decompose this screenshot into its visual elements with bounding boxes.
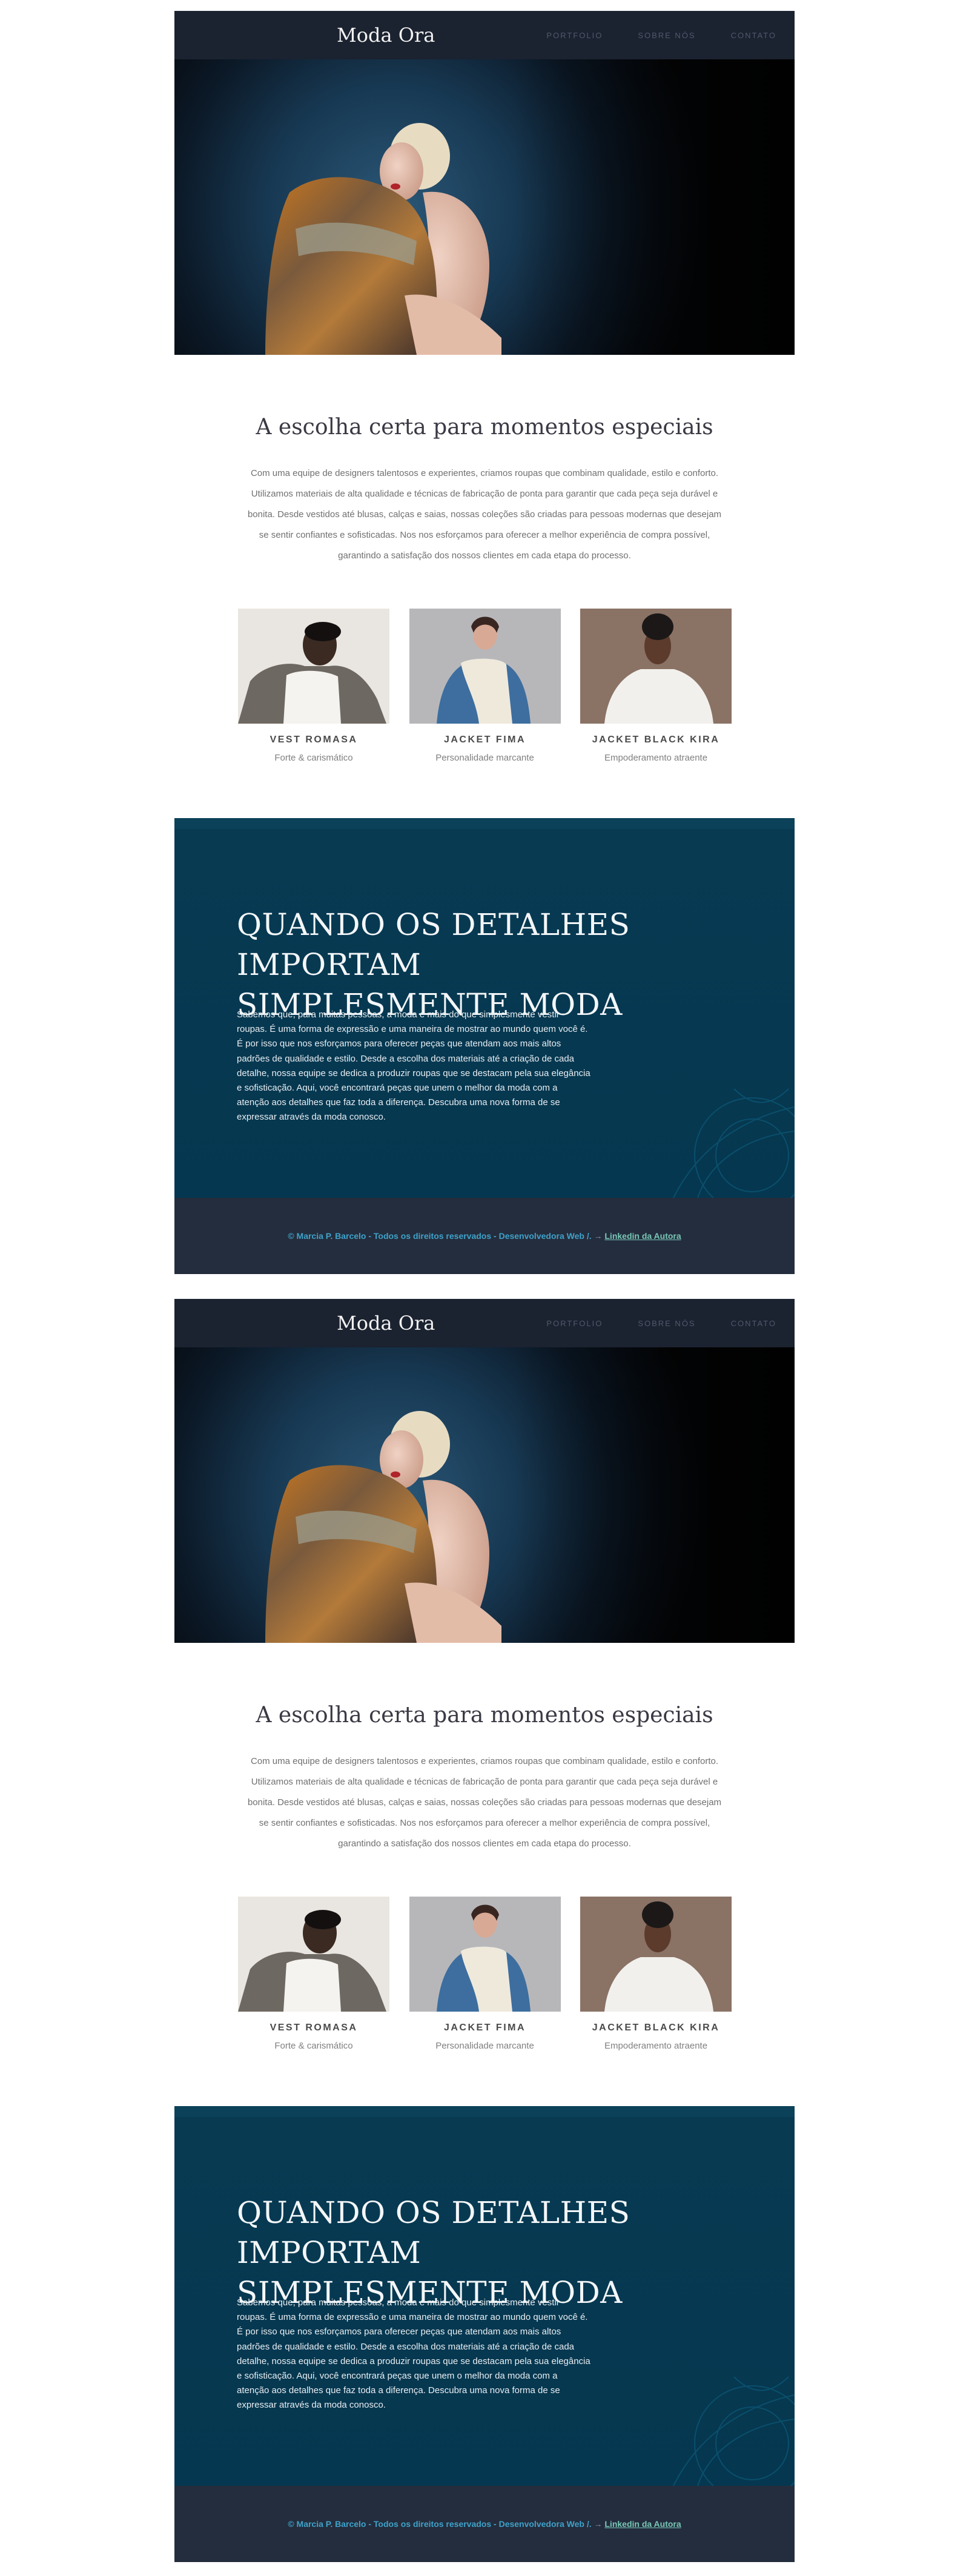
main-nav: PORTFOLIO SOBRE NÓS CONTATO [546, 1299, 776, 1347]
intro-text: Com uma equipe de designers talentosos e… [247, 1756, 722, 1849]
product-desc: Forte & carismático [274, 753, 353, 763]
hero-photo [265, 1299, 795, 1643]
site-footer: © Marcia P. Barcelo - Todos os direitos … [174, 2486, 795, 2562]
product-name: JACKET BLACK KIRA [592, 2023, 720, 2033]
product-card: JACKET BLACK KIRA Empoderamento atraente [580, 609, 732, 763]
product-name: VEST ROMASA [270, 735, 358, 745]
page-copy-1: Moda Ora PORTFOLIO SOBRE NÓS CONTATO A e… [0, 0, 969, 1288]
product-name: JACKET FIMA [443, 735, 526, 745]
ornament-pattern-icon [673, 1088, 795, 1198]
product-desc: Empoderamento atraente [604, 2041, 708, 2051]
feature-top-band [174, 818, 795, 829]
nav-contato[interactable]: CONTATO [731, 31, 776, 40]
intro-title: A escolha certa para momentos especiais [256, 415, 713, 440]
main-nav: PORTFOLIO SOBRE NÓS CONTATO [546, 11, 776, 59]
linkedin-link[interactable]: Linkedin da Autora [604, 1231, 681, 1241]
product-desc: Personalidade marcante [435, 753, 534, 763]
product-card: JACKET BLACK KIRA Empoderamento atraente [580, 1897, 732, 2051]
product-photo[interactable] [409, 1897, 561, 2012]
product-name: JACKET FIMA [443, 2023, 526, 2033]
footer-copyright: © Marcia P. Barcelo - Todos os direitos … [288, 1231, 592, 1241]
top-navbar: Moda Ora PORTFOLIO SOBRE NÓS CONTATO [174, 11, 795, 59]
arrow-right-icon: → [594, 1231, 603, 1241]
hero-photo [265, 11, 795, 355]
feature-top-band [174, 2106, 795, 2117]
nav-contato[interactable]: CONTATO [731, 1319, 776, 1328]
product-grid: VEST ROMASA Forte & carismático JACKET F… [238, 1897, 732, 2051]
product-photo[interactable] [238, 1897, 389, 2012]
product-card: JACKET FIMA Personalidade marcante [409, 609, 561, 763]
product-card: VEST ROMASA Forte & carismático [238, 1897, 389, 2051]
nav-sobre-nos[interactable]: SOBRE NÓS [638, 31, 695, 40]
brand-logo[interactable]: Moda Ora [337, 1299, 435, 1347]
product-photo[interactable] [580, 609, 732, 724]
brand-logo[interactable]: Moda Ora [337, 11, 435, 59]
product-desc: Personalidade marcante [435, 2041, 534, 2051]
nav-portfolio[interactable]: PORTFOLIO [546, 1319, 603, 1328]
feature-title-line-1: QUANDO OS DETALHES IMPORTAM [237, 907, 630, 982]
linkedin-link[interactable]: Linkedin da Autora [604, 2519, 681, 2529]
ornament-pattern-icon [673, 2376, 795, 2486]
product-card: VEST ROMASA Forte & carismático [238, 609, 389, 763]
feature-section: QUANDO OS DETALHES IMPORTAM SIMPLESMENTE… [174, 2106, 795, 2486]
feature-text: Sabemos que, para muitas pessoas, a moda… [237, 1009, 590, 1123]
feature-section: QUANDO OS DETALHES IMPORTAM SIMPLESMENTE… [174, 818, 795, 1198]
feature-title: QUANDO OS DETALHES IMPORTAM SIMPLESMENTE… [237, 905, 721, 1025]
nav-portfolio[interactable]: PORTFOLIO [546, 31, 603, 40]
intro-title: A escolha certa para momentos especiais [256, 1703, 713, 1728]
nav-sobre-nos[interactable]: SOBRE NÓS [638, 1319, 695, 1328]
product-name: JACKET BLACK KIRA [592, 735, 720, 745]
product-card: JACKET FIMA Personalidade marcante [409, 1897, 561, 2051]
feature-title: QUANDO OS DETALHES IMPORTAM SIMPLESMENTE… [237, 2193, 721, 2313]
feature-text: Sabemos que, para muitas pessoas, a moda… [237, 2297, 590, 2411]
hero-banner [174, 11, 795, 355]
feature-title-line-1: QUANDO OS DETALHES IMPORTAM [237, 2195, 630, 2270]
product-name: VEST ROMASA [270, 2023, 358, 2033]
arrow-right-icon: → [594, 2519, 603, 2529]
footer-copyright: © Marcia P. Barcelo - Todos os direitos … [288, 2519, 592, 2529]
page-copy-2: Moda Ora PORTFOLIO SOBRE NÓS CONTATO A e… [0, 1288, 969, 2576]
product-photo[interactable] [580, 1897, 732, 2012]
product-desc: Empoderamento atraente [604, 753, 708, 763]
intro-text: Com uma equipe de designers talentosos e… [247, 468, 722, 561]
top-navbar: Moda Ora PORTFOLIO SOBRE NÓS CONTATO [174, 1299, 795, 1347]
product-grid: VEST ROMASA Forte & carismático JACKET F… [238, 609, 732, 763]
hero-banner [174, 1299, 795, 1643]
product-photo[interactable] [409, 609, 561, 724]
site-footer: © Marcia P. Barcelo - Todos os direitos … [174, 1198, 795, 1274]
product-desc: Forte & carismático [274, 2041, 353, 2051]
product-photo[interactable] [238, 609, 389, 724]
